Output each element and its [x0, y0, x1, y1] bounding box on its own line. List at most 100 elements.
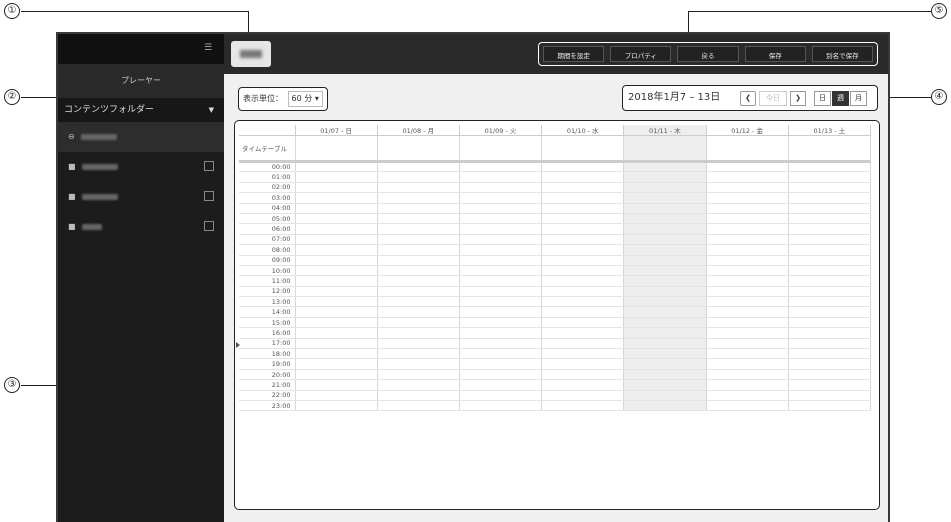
- schedule-cell[interactable]: [788, 306, 872, 318]
- schedule-cell[interactable]: [623, 171, 707, 183]
- schedule-cell[interactable]: [295, 379, 378, 391]
- schedule-cell[interactable]: [623, 358, 707, 370]
- schedule-cell[interactable]: [541, 161, 625, 173]
- schedule-cell[interactable]: [706, 327, 789, 339]
- schedule-cell[interactable]: [377, 379, 460, 391]
- schedule-cell[interactable]: [706, 369, 789, 381]
- schedule-cell[interactable]: [459, 379, 543, 391]
- schedule-cell[interactable]: [459, 171, 543, 183]
- schedule-cell[interactable]: [541, 317, 625, 329]
- schedule-cell[interactable]: [788, 400, 872, 412]
- schedule-cell[interactable]: [459, 265, 543, 277]
- allday-cell[interactable]: [788, 135, 872, 163]
- schedule-cell[interactable]: [295, 223, 378, 235]
- schedule-cell[interactable]: [541, 275, 625, 287]
- schedule-cell[interactable]: [788, 327, 872, 339]
- schedule-cell[interactable]: [706, 255, 789, 266]
- view-week-button[interactable]: 週: [832, 91, 849, 106]
- schedule-cell[interactable]: [377, 327, 460, 339]
- schedule-cell[interactable]: [377, 182, 460, 194]
- schedule-cell[interactable]: [295, 171, 378, 183]
- schedule-cell[interactable]: [788, 317, 872, 329]
- schedule-cell[interactable]: [541, 203, 625, 214]
- schedule-cell[interactable]: [541, 358, 625, 370]
- schedule-cell[interactable]: [459, 390, 543, 402]
- schedule-cell[interactable]: [459, 255, 543, 266]
- schedule-cell[interactable]: [295, 286, 378, 298]
- schedule-cell[interactable]: [377, 234, 460, 246]
- schedule-cell[interactable]: [623, 192, 707, 204]
- schedule-cell[interactable]: [295, 244, 378, 256]
- schedule-cell[interactable]: [541, 192, 625, 204]
- allday-cell[interactable]: [459, 135, 543, 163]
- schedule-cell[interactable]: [706, 296, 789, 308]
- schedule-cell[interactable]: [295, 296, 378, 308]
- today-button[interactable]: 今日: [759, 91, 787, 106]
- schedule-cell[interactable]: [788, 161, 872, 173]
- allday-cell[interactable]: [623, 135, 707, 163]
- sidebar-item-folder[interactable]: ■: [58, 182, 224, 212]
- schedule-cell[interactable]: [541, 379, 625, 391]
- schedule-cell[interactable]: [788, 171, 872, 183]
- schedule-cell[interactable]: [459, 161, 543, 173]
- schedule-cell[interactable]: [706, 265, 789, 277]
- schedule-cell[interactable]: [623, 327, 707, 339]
- schedule-cell[interactable]: [623, 296, 707, 308]
- schedule-cell[interactable]: [623, 203, 707, 214]
- schedule-cell[interactable]: [295, 161, 378, 173]
- schedule-cell[interactable]: [377, 296, 460, 308]
- schedule-cell[interactable]: [295, 275, 378, 287]
- schedule-cell[interactable]: [377, 244, 460, 256]
- schedule-cell[interactable]: [459, 348, 543, 360]
- schedule-cell[interactable]: [459, 182, 543, 194]
- content-thumbnail[interactable]: [231, 41, 271, 67]
- schedule-cell[interactable]: [623, 182, 707, 194]
- schedule-cell[interactable]: [788, 369, 872, 381]
- schedule-cell[interactable]: [377, 306, 460, 318]
- schedule-cell[interactable]: [788, 358, 872, 370]
- schedule-cell[interactable]: [295, 255, 378, 266]
- sidebar-player[interactable]: プレーヤー: [58, 64, 224, 98]
- schedule-cell[interactable]: [377, 192, 460, 204]
- schedule-cell[interactable]: [706, 317, 789, 329]
- schedule-cell[interactable]: [295, 358, 378, 370]
- menu-icon[interactable]: ☰: [204, 43, 214, 53]
- schedule-cell[interactable]: [788, 390, 872, 402]
- schedule-cell[interactable]: [788, 192, 872, 204]
- schedule-cell[interactable]: [788, 255, 872, 266]
- schedule-cell[interactable]: [541, 223, 625, 235]
- schedule-cell[interactable]: [541, 286, 625, 298]
- sidebar-item-folder[interactable]: ■: [58, 212, 224, 242]
- schedule-cell[interactable]: [459, 296, 543, 308]
- schedule-cell[interactable]: [377, 317, 460, 329]
- sidebar-item-folder[interactable]: ■: [58, 152, 224, 182]
- schedule-cell[interactable]: [541, 327, 625, 339]
- schedule-cell[interactable]: [706, 358, 789, 370]
- schedule-icon[interactable]: [204, 161, 214, 171]
- save-as-button[interactable]: 別名で保存: [811, 46, 874, 62]
- schedule-cell[interactable]: [623, 390, 707, 402]
- day-header[interactable]: 01/13 - 土: [788, 125, 872, 136]
- schedule-cell[interactable]: [295, 182, 378, 194]
- schedule-cell[interactable]: [459, 306, 543, 318]
- set-period-button[interactable]: 期間を設定: [543, 46, 605, 62]
- back-button[interactable]: 戻る: [677, 46, 739, 62]
- day-header[interactable]: 01/12 - 金: [706, 125, 789, 136]
- display-unit-select[interactable]: 60 分 ▾: [287, 91, 323, 107]
- schedule-cell[interactable]: [541, 234, 625, 246]
- schedule-cell[interactable]: [788, 213, 872, 225]
- schedule-cell[interactable]: [541, 213, 625, 225]
- schedule-cell[interactable]: [706, 223, 789, 235]
- schedule-cell[interactable]: [706, 213, 789, 225]
- schedule-cell[interactable]: [623, 255, 707, 266]
- schedule-cell[interactable]: [459, 203, 543, 214]
- schedule-cell[interactable]: [706, 234, 789, 246]
- schedule-cell[interactable]: [623, 275, 707, 287]
- allday-cell[interactable]: [377, 135, 460, 163]
- schedule-cell[interactable]: [295, 234, 378, 246]
- schedule-cell[interactable]: [377, 338, 460, 350]
- schedule-cell[interactable]: [541, 369, 625, 381]
- schedule-cell[interactable]: [706, 275, 789, 287]
- schedule-cell[interactable]: [623, 234, 707, 246]
- schedule-cell[interactable]: [295, 306, 378, 318]
